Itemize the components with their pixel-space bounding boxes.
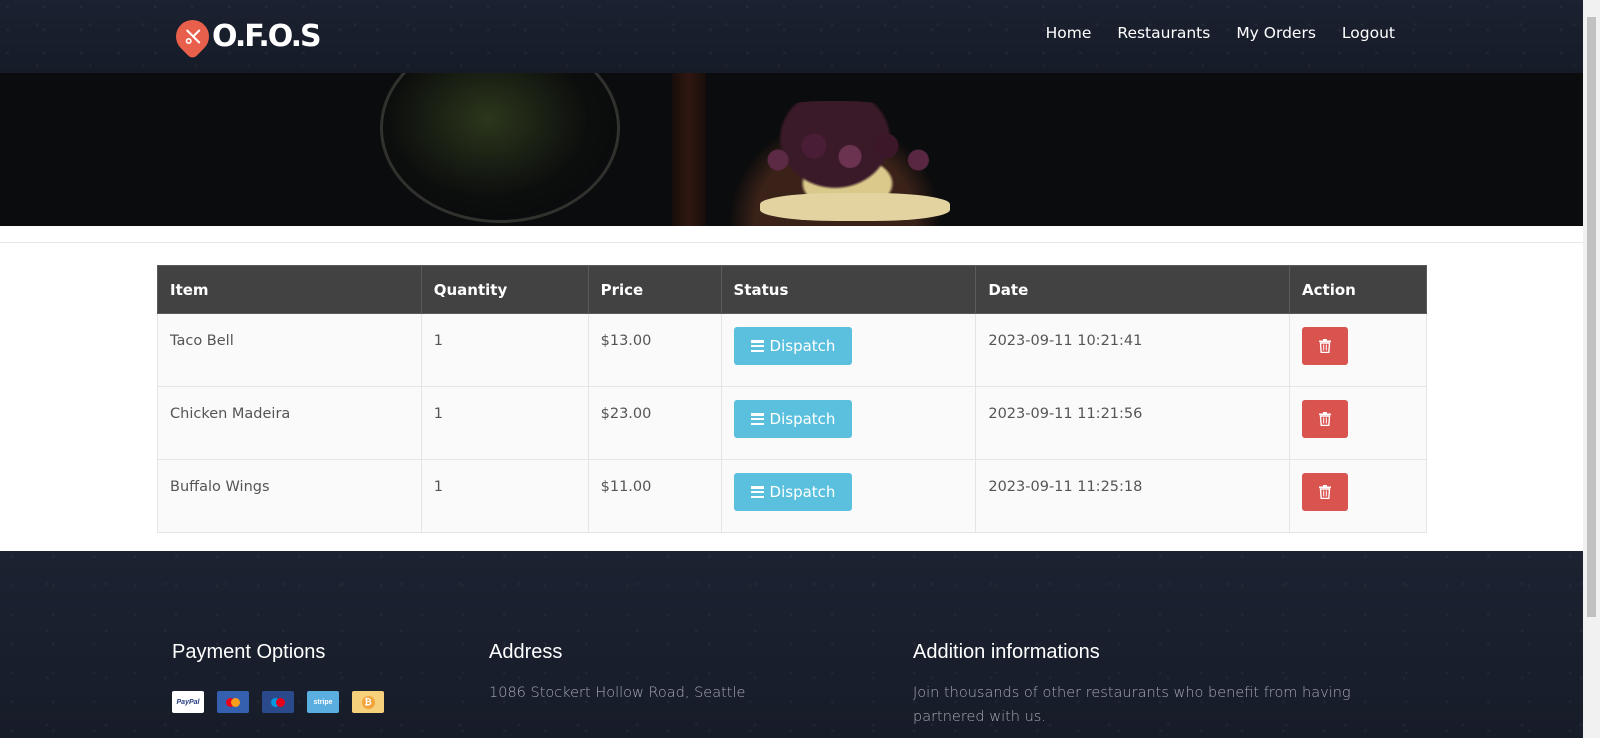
cell-quantity: 1 xyxy=(420,313,589,387)
column-header-price: Price xyxy=(587,265,722,314)
trash-icon xyxy=(1319,485,1332,499)
section-divider xyxy=(0,242,1583,243)
cell-date: 2023-09-11 10:21:41 xyxy=(975,313,1291,387)
cell-status: Dispatch xyxy=(720,459,977,533)
table-row: Chicken Madeira 1 $23.00 Dispatch 2023-0… xyxy=(157,386,1427,460)
dispatch-label: Dispatch xyxy=(769,410,836,428)
maestro-icon xyxy=(262,691,294,713)
site-footer: Payment Options PayPal stripe ₿ Address … xyxy=(0,551,1583,738)
dispatch-status-button[interactable]: Dispatch xyxy=(733,473,853,511)
column-header-action: Action xyxy=(1289,265,1427,314)
paypal-icon: PayPal xyxy=(172,691,204,713)
cell-item: Taco Bell xyxy=(157,313,422,387)
banner-berries xyxy=(760,118,940,188)
orders-table: Item Quantity Price Status Date Action T… xyxy=(157,265,1427,533)
nav-home[interactable]: Home xyxy=(1046,24,1092,42)
cell-action xyxy=(1289,386,1427,460)
column-header-date: Date xyxy=(975,265,1291,314)
site-logo[interactable]: O.F.O.S xyxy=(169,12,322,60)
fork-knife-icon xyxy=(169,12,216,60)
address-text: 1086 Stockert Hollow Road, Seattle xyxy=(489,685,746,701)
bars-icon xyxy=(750,486,764,498)
cell-date: 2023-09-11 11:21:56 xyxy=(975,386,1291,460)
cell-status: Dispatch xyxy=(720,313,977,387)
dispatch-status-button[interactable]: Dispatch xyxy=(733,400,853,438)
payment-options-title: Payment Options xyxy=(172,641,326,663)
trash-icon xyxy=(1319,339,1332,353)
cell-date: 2023-09-11 11:25:18 xyxy=(975,459,1291,533)
hero-banner-image xyxy=(0,73,1583,226)
banner-glass xyxy=(380,73,620,223)
banner-cream xyxy=(760,193,950,221)
top-navbar: O.F.O.S Home Restaurants My Orders Logou… xyxy=(0,0,1583,73)
bars-icon xyxy=(750,413,764,425)
cell-quantity: 1 xyxy=(420,386,589,460)
addition-info-title: Addition informations xyxy=(913,641,1100,663)
cell-action xyxy=(1289,459,1427,533)
table-header-row: Item Quantity Price Status Date Action xyxy=(157,265,1427,314)
mastercard-icon xyxy=(217,691,249,713)
bars-icon xyxy=(750,340,764,352)
cell-item: Buffalo Wings xyxy=(157,459,422,533)
logo-text: O.F.O.S xyxy=(212,18,322,54)
column-header-quantity: Quantity xyxy=(420,265,589,314)
cell-status: Dispatch xyxy=(720,386,977,460)
trash-icon xyxy=(1319,412,1332,426)
bitcoin-icon: ₿ xyxy=(352,691,384,713)
column-header-status: Status xyxy=(720,265,977,314)
cell-action xyxy=(1289,313,1427,387)
delete-order-button[interactable] xyxy=(1302,327,1349,365)
main-nav: Home Restaurants My Orders Logout xyxy=(1046,24,1395,42)
addition-info-text: Join thousands of other restaurants who … xyxy=(913,685,1351,725)
address-title: Address xyxy=(489,641,563,663)
payment-icons: PayPal stripe ₿ xyxy=(172,691,384,713)
nav-my-orders[interactable]: My Orders xyxy=(1236,24,1316,42)
nav-logout[interactable]: Logout xyxy=(1342,24,1395,42)
nav-restaurants[interactable]: Restaurants xyxy=(1117,24,1210,42)
column-header-item: Item xyxy=(157,265,422,314)
cell-item: Chicken Madeira xyxy=(157,386,422,460)
dispatch-label: Dispatch xyxy=(769,483,836,501)
dispatch-status-button[interactable]: Dispatch xyxy=(733,327,853,365)
table-row: Buffalo Wings 1 $11.00 Dispatch 2023-09-… xyxy=(157,459,1427,533)
banner-bottle xyxy=(672,73,706,226)
scrollbar-thumb[interactable] xyxy=(1587,17,1596,617)
dispatch-label: Dispatch xyxy=(769,337,836,355)
cell-price: $13.00 xyxy=(587,313,722,387)
delete-order-button[interactable] xyxy=(1302,473,1349,511)
table-row: Taco Bell 1 $13.00 Dispatch 2023-09-11 1… xyxy=(157,313,1427,387)
cell-quantity: 1 xyxy=(420,459,589,533)
vertical-scrollbar[interactable] xyxy=(1583,0,1600,738)
cell-price: $11.00 xyxy=(587,459,722,533)
stripe-icon: stripe xyxy=(307,691,339,713)
cell-price: $23.00 xyxy=(587,386,722,460)
delete-order-button[interactable] xyxy=(1302,400,1349,438)
